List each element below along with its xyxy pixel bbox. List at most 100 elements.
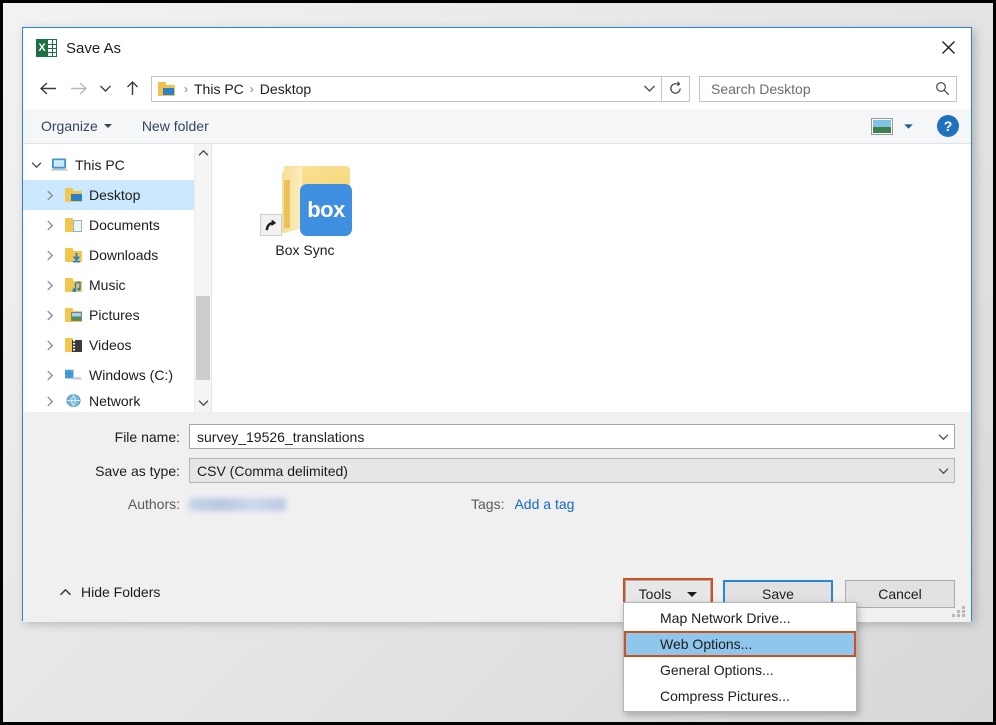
file-name-input[interactable]: survey_19526_translations bbox=[189, 424, 955, 449]
chevron-down-icon bbox=[687, 591, 698, 597]
hide-folders-button[interactable]: Hide Folders bbox=[59, 584, 160, 600]
chevron-right-icon[interactable] bbox=[37, 190, 63, 201]
chevron-down-icon[interactable] bbox=[23, 161, 49, 169]
chevron-down-icon bbox=[938, 433, 948, 440]
tree-item-desktop[interactable]: Desktop bbox=[23, 180, 211, 210]
tree-item-videos[interactable]: Videos bbox=[23, 330, 211, 360]
folder-shortcut-icon: box bbox=[260, 158, 352, 236]
menu-item-compress-pictures[interactable]: Compress Pictures... bbox=[624, 683, 856, 709]
this-pc-icon bbox=[49, 157, 69, 173]
menu-item-label: Compress Pictures... bbox=[660, 688, 790, 704]
close-icon bbox=[941, 41, 955, 54]
breadcrumb-root-folder-icon bbox=[158, 81, 175, 96]
search-icon bbox=[936, 82, 950, 96]
navigation-bar: › This PC › Desktop bbox=[23, 68, 971, 109]
change-view-button[interactable] bbox=[871, 117, 893, 135]
menu-item-label: Map Network Drive... bbox=[660, 610, 791, 626]
chevron-down-icon bbox=[198, 400, 208, 407]
tree-item-label: Network bbox=[89, 393, 141, 409]
forward-arrow-icon bbox=[70, 82, 87, 95]
tree-item-this-pc[interactable]: This PC bbox=[23, 150, 211, 180]
dialog-body: This PC Desktop Documents Downloads Musi… bbox=[23, 144, 971, 412]
chevron-right-icon[interactable] bbox=[37, 280, 63, 291]
chevron-right-icon[interactable] bbox=[37, 370, 63, 381]
cancel-label: Cancel bbox=[878, 586, 922, 602]
file-item-box-sync[interactable]: box Box Sync bbox=[250, 158, 360, 258]
chevron-right-icon[interactable] bbox=[37, 396, 63, 407]
chevron-right-icon[interactable] bbox=[37, 250, 63, 261]
authors-value-redacted[interactable] bbox=[189, 497, 286, 511]
command-bar-right-group: ? bbox=[871, 115, 959, 137]
network-icon bbox=[63, 393, 83, 409]
chevron-right-icon[interactable] bbox=[37, 340, 63, 351]
tree-item-windows-c[interactable]: Windows (C:) bbox=[23, 360, 211, 390]
refresh-button[interactable] bbox=[662, 75, 690, 102]
tree-item-pictures[interactable]: Pictures bbox=[23, 300, 211, 330]
scroll-down-button[interactable] bbox=[195, 394, 211, 412]
drive-icon bbox=[63, 368, 83, 383]
tree-item-documents[interactable]: Documents bbox=[23, 210, 211, 240]
cancel-button[interactable]: Cancel bbox=[845, 580, 955, 608]
add-a-tag-link[interactable]: Add a tag bbox=[514, 496, 574, 512]
excel-app-icon: X bbox=[36, 38, 57, 59]
box-logo-overlay: box bbox=[300, 184, 352, 236]
desktop-folder-icon bbox=[63, 188, 83, 202]
menu-item-general-options[interactable]: General Options... bbox=[624, 657, 856, 683]
breadcrumb-separator-1: › bbox=[249, 81, 254, 96]
videos-folder-icon bbox=[63, 338, 83, 352]
pictures-folder-icon bbox=[63, 308, 83, 322]
view-options-button[interactable] bbox=[897, 116, 919, 136]
scrollbar-thumb[interactable] bbox=[196, 296, 210, 380]
help-button[interactable]: ? bbox=[937, 115, 959, 137]
save-as-type-select[interactable]: CSV (Comma delimited) bbox=[189, 458, 955, 483]
view-mode-icon bbox=[873, 119, 891, 133]
tree-item-label: This PC bbox=[75, 157, 125, 173]
help-label: ? bbox=[943, 118, 953, 134]
forward-button[interactable] bbox=[63, 74, 93, 104]
tree-item-label: Windows (C:) bbox=[89, 367, 174, 383]
chevron-right-icon[interactable] bbox=[37, 310, 63, 321]
up-arrow-icon bbox=[126, 81, 138, 95]
new-folder-label: New folder bbox=[141, 118, 209, 134]
up-one-level-button[interactable] bbox=[117, 74, 147, 104]
chevron-down-icon bbox=[938, 467, 948, 474]
tree-item-label: Videos bbox=[89, 337, 132, 353]
save-label: Save bbox=[762, 586, 794, 602]
authors-label: Authors: bbox=[127, 496, 180, 512]
file-list-pane[interactable]: box Box Sync bbox=[212, 144, 971, 412]
save-as-dialog: X Save As › This PC › Desktop Search Des… bbox=[22, 27, 972, 622]
organize-menu-button[interactable]: Organize bbox=[41, 118, 112, 134]
resize-grip-icon[interactable] bbox=[952, 606, 966, 618]
chevron-right-icon[interactable] bbox=[37, 220, 63, 231]
file-name-dropdown-button[interactable] bbox=[932, 433, 954, 441]
scroll-up-button[interactable] bbox=[195, 144, 211, 162]
chevron-down-icon bbox=[99, 85, 111, 92]
save-as-type-row: Save as type: CSV (Comma delimited) bbox=[23, 458, 971, 483]
back-arrow-icon bbox=[39, 82, 56, 95]
tree-item-network[interactable]: Network bbox=[23, 390, 211, 412]
breadcrumb-item-desktop[interactable]: Desktop bbox=[260, 81, 311, 97]
address-dropdown-button[interactable] bbox=[637, 77, 661, 101]
tools-dropdown-menu: Map Network Drive... Web Options... Gene… bbox=[623, 602, 857, 712]
organize-label: Organize bbox=[41, 118, 98, 134]
save-as-type-dropdown-button[interactable] bbox=[932, 467, 954, 475]
file-name-value: survey_19526_translations bbox=[197, 428, 365, 445]
save-as-type-label: Save as type: bbox=[95, 462, 180, 479]
file-item-label: Box Sync bbox=[275, 242, 335, 258]
search-box[interactable] bbox=[699, 75, 957, 102]
tree-item-music[interactable]: Music bbox=[23, 270, 211, 300]
address-bar[interactable]: › This PC › Desktop bbox=[151, 75, 662, 102]
search-input[interactable] bbox=[709, 79, 935, 98]
close-button[interactable] bbox=[925, 28, 971, 67]
recent-locations-button[interactable] bbox=[93, 74, 117, 104]
navigation-pane-scrollbar[interactable] bbox=[194, 144, 211, 412]
new-folder-button[interactable]: New folder bbox=[142, 118, 209, 134]
menu-item-label: General Options... bbox=[660, 662, 774, 678]
breadcrumb-item-this-pc[interactable]: This PC bbox=[194, 81, 244, 97]
folder-tree: This PC Desktop Documents Downloads Musi… bbox=[23, 144, 211, 412]
menu-item-web-options[interactable]: Web Options... bbox=[624, 631, 856, 657]
documents-folder-icon bbox=[63, 218, 83, 232]
tree-item-downloads[interactable]: Downloads bbox=[23, 240, 211, 270]
back-button[interactable] bbox=[33, 74, 63, 104]
menu-item-map-network-drive[interactable]: Map Network Drive... bbox=[624, 605, 856, 631]
